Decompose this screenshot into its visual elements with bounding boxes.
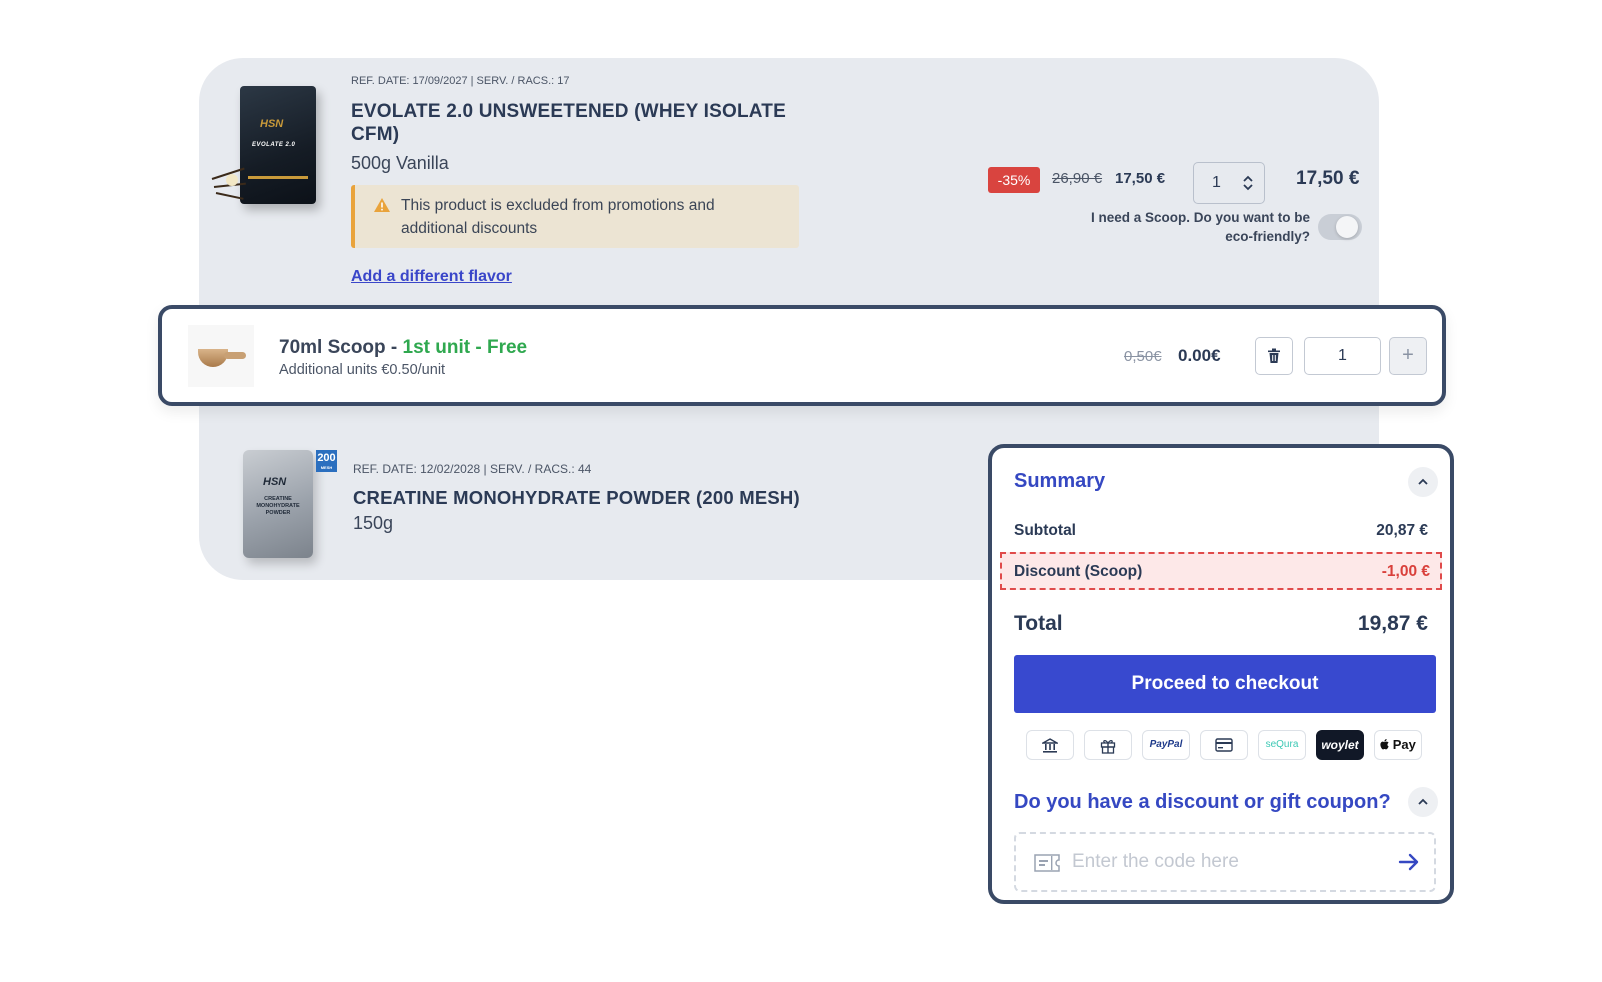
scoop-eco-question: I need a Scoop. Do you want to be eco-fr… — [1090, 210, 1310, 244]
total-label: Total — [1014, 612, 1063, 635]
pack-name: EVOLATE 2.0 — [252, 142, 296, 148]
summary-title: Summary — [1014, 470, 1106, 492]
pack-brand: HSN — [260, 118, 284, 130]
unit-price: 17,50 € — [1115, 170, 1166, 187]
proceed-to-checkout-button[interactable]: Proceed to checkout — [1014, 655, 1436, 713]
scoop-additional-units: Additional units €0.50/unit — [279, 362, 446, 378]
promotion-warning: This product is excluded from promotions… — [351, 185, 799, 248]
product-variant: 500g Vanilla — [351, 153, 449, 173]
scoop-price: 0.00€ — [1178, 346, 1221, 365]
pack-stripe — [248, 176, 308, 179]
quantity-value: 1 — [1212, 174, 1221, 191]
vanilla-decoration — [211, 167, 248, 200]
creatine-product-image[interactable]: HSN CREATINE MONOHYDRATE POWDER 200 MESH — [238, 450, 348, 562]
sequra-icon: seQura — [1258, 730, 1306, 760]
discount-value: -1,00 € — [1381, 563, 1430, 580]
remove-scoop-button[interactable] — [1255, 337, 1293, 375]
mesh-word: MESH — [320, 465, 333, 470]
product-variant: 150g — [353, 513, 394, 533]
total-value: 19,87 € — [1357, 612, 1428, 635]
discount-label: Discount (Scoop) — [1014, 563, 1143, 580]
paypal-icon: PayPal — [1142, 730, 1190, 760]
coupon-field — [1014, 832, 1436, 892]
plus-icon[interactable]: + — [1389, 337, 1427, 375]
creatine-bag: HSN CREATINE MONOHYDRATE POWDER — [243, 450, 313, 558]
bank-icon — [1026, 730, 1074, 760]
chevron-up-icon — [1418, 478, 1428, 485]
chevron-up-icon — [1418, 798, 1428, 805]
product-title[interactable]: EVOLATE 2.0 UNSWEETENED (WHEY ISOLATE CF… — [351, 100, 811, 146]
subtotal-value: 20,87 € — [1376, 522, 1428, 539]
apple-pay-label: Pay — [1389, 737, 1416, 752]
trash-icon — [1268, 348, 1280, 363]
mesh-number: 200 — [317, 452, 336, 464]
evolate-product-image[interactable]: HSN EVOLATE 2.0 — [210, 80, 345, 210]
payment-methods: PayPal seQura woylet Pay — [1026, 730, 1436, 760]
subtotal-label: Subtotal — [1014, 522, 1076, 539]
scoop-line-item: 70ml Scoop - 1st unit - Free Additional … — [158, 305, 1446, 406]
add-flavor-link[interactable]: Add a different flavor — [351, 268, 512, 286]
scoop-image — [188, 325, 254, 387]
eco-scoop-toggle[interactable] — [1318, 214, 1362, 240]
apple-icon — [1380, 739, 1389, 750]
scoop-old-price: 0,50€ — [1124, 348, 1162, 365]
scoop-title: 70ml Scoop - — [279, 337, 403, 358]
coupon-title[interactable]: Do you have a discount or gift coupon? — [1014, 791, 1391, 814]
product-title[interactable]: CREATINE MONOHYDRATE POWDER (200 MESH) — [353, 487, 800, 509]
scoop-discount-row: Discount (Scoop) -1,00 € — [1000, 552, 1442, 590]
scoop-quantity-input[interactable] — [1304, 337, 1381, 375]
toggle-knob — [1336, 216, 1358, 238]
product-ref-date: REF. DATE: 17/09/2027 | SERV. / RACS.: 1… — [351, 75, 570, 87]
collapse-summary-button[interactable] — [1408, 467, 1438, 497]
scoop-name: 70ml Scoop - 1st unit - Free — [279, 337, 527, 359]
collapse-coupon-button[interactable] — [1408, 787, 1438, 817]
chevron-updown-icon — [1243, 175, 1253, 191]
bag-brand: HSN — [263, 476, 287, 488]
woylet-icon: woylet — [1316, 730, 1364, 760]
bag-name: CREATINE MONOHYDRATE POWDER — [256, 496, 300, 516]
old-price: 26,90 € — [1052, 170, 1103, 187]
discount-badge: -35% — [988, 167, 1040, 193]
evolate-pack: HSN EVOLATE 2.0 — [240, 86, 316, 204]
warning-text: This product is excluded from promotions… — [401, 197, 715, 237]
coupon-input[interactable] — [1072, 846, 1382, 878]
quantity-select[interactable]: 1 — [1193, 162, 1265, 204]
product-ref-date: REF. DATE: 12/02/2028 | SERV. / RACS.: 4… — [353, 462, 592, 476]
mesh-badge: 200 MESH — [316, 450, 337, 472]
line-total: 17,50 € — [1296, 168, 1360, 189]
order-summary-panel: Summary Subtotal 20,87 € Discount (Scoop… — [988, 444, 1454, 904]
ticket-icon — [1034, 854, 1060, 872]
scoop-free-label: 1st unit - Free — [402, 337, 528, 358]
apple-pay-icon: Pay — [1374, 730, 1422, 760]
card-icon — [1200, 730, 1248, 760]
warning-icon — [374, 198, 390, 212]
arrow-right-icon[interactable] — [1398, 852, 1420, 872]
gift-icon — [1084, 730, 1132, 760]
